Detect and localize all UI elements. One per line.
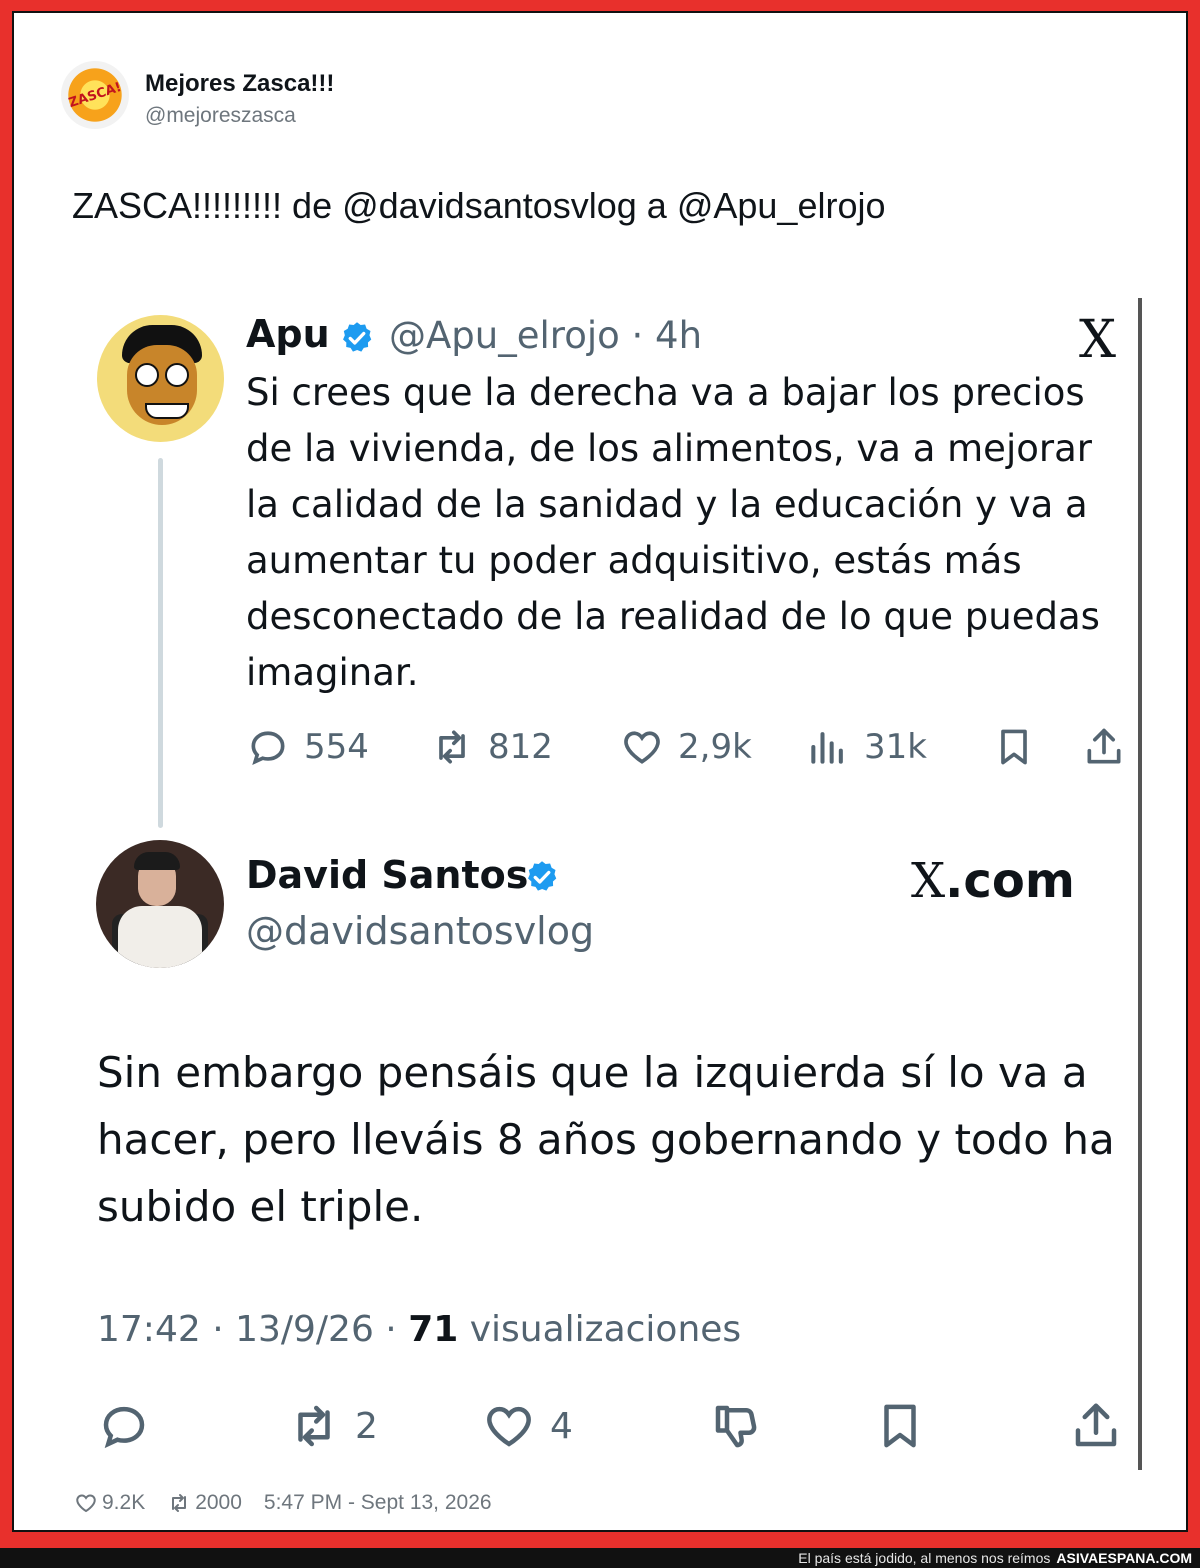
apu-name[interactable]: Apu [246,312,330,356]
reply-button[interactable]: 554 [246,725,369,769]
views-count: 71 [408,1309,459,1350]
like-icon [487,1406,531,1447]
like-icon [76,1494,96,1513]
apu-avatar[interactable] [97,315,224,442]
footer-tagline: El país está jodido, al menos nos reímos [798,1550,1051,1566]
share-icon [1087,728,1121,764]
repost-icon [172,1494,187,1512]
like-icon [624,731,660,764]
david-action-bar: 2 4 [97,1399,1127,1455]
like-count: 4 [550,1405,573,1447]
bookmark-icon [1001,729,1027,765]
x-logo-icon: X [911,853,946,909]
david-santos-name[interactable]: David Santos [246,853,528,897]
xcom-logo: X.com [911,853,1075,909]
apu-handle-time[interactable]: @Apu_elrojo · 4h [389,314,702,357]
reply-icon [103,1406,145,1449]
dislike-button[interactable] [709,1399,777,1453]
share-button[interactable] [1082,725,1140,769]
reply-count: 554 [304,727,369,767]
share-icon [1075,1403,1117,1447]
post-card: ZASCA! Mejores Zasca!!! @mejoreszasca ZA… [12,11,1188,1532]
reply-button[interactable] [97,1399,165,1453]
like-button[interactable]: 2,9k [620,725,752,769]
repost-button[interactable]: 2 [287,1399,378,1453]
david-santos-handle[interactable]: @davidsantosvlog [246,909,594,953]
views-button[interactable]: 31k [806,725,927,769]
outer-retweet-count: 2000 [195,1491,242,1514]
like-count: 2,9k [678,727,752,767]
views-icon [811,732,843,764]
outer-like-count: 9.2K [102,1491,146,1514]
views-label: visualizaciones [458,1309,742,1350]
footer-brand-link[interactable]: ASIVAESPANA.COM [1056,1550,1192,1566]
outer-tweet-text: ZASCA!!!!!!!!! de @davidsantosvlog a @Ap… [72,185,886,226]
repost-icon [298,1405,330,1447]
repost-button[interactable]: 812 [430,725,553,769]
like-button[interactable]: 4 [482,1399,573,1453]
views-count: 31k [864,727,927,767]
bookmark-icon [884,1404,916,1448]
outer-avatar[interactable]: ZASCA! [61,61,129,129]
verified-badge-icon [343,322,372,352]
bookmark-button[interactable] [873,1399,941,1453]
quote-divider [1138,298,1142,1470]
bookmark-button[interactable] [992,725,1050,769]
outer-like-stat[interactable]: 9.2K [74,1491,145,1515]
outer-author-handle[interactable]: @mejoreszasca [145,104,296,128]
thread-line [158,458,163,828]
avatar-logo-text: ZASCA! [66,79,124,111]
outer-tweet-stats: 9.2K 2000 5:47 PM - Sept 13, 2026 [74,1491,492,1515]
outer-author-name[interactable]: Mejores Zasca!!! [145,70,334,98]
tweet-time[interactable]: 17:42 · 13/9/26 · [97,1309,408,1350]
tweet-meta: 17:42 · 13/9/26 · 71 visualizaciones [97,1309,741,1350]
repost-count: 2 [355,1405,378,1447]
x-logo-icon: X [1079,310,1117,370]
david-santos-avatar[interactable] [96,840,224,968]
outer-timestamp[interactable]: 5:47 PM - Sept 13, 2026 [264,1491,492,1515]
verified-badge-icon [528,861,557,891]
reply-icon [251,731,285,766]
apu-tweet-text: Si crees que la derecha va a bajar los p… [246,371,1100,694]
repost-icon [439,730,465,764]
repost-count: 812 [488,727,553,767]
dislike-icon [715,1405,757,1448]
apu-action-bar: 554 812 2,9k 31k [246,725,1126,773]
share-button[interactable] [1069,1399,1137,1453]
site-footer: El país está jodido, al menos nos reímos… [0,1548,1200,1568]
xcom-logo-text: .com [945,853,1075,909]
outer-retweet-stat[interactable]: 2000 [167,1491,242,1515]
david-santos-tweet-text: Sin embargo pensáis que la izquierda sí … [97,1048,1115,1231]
